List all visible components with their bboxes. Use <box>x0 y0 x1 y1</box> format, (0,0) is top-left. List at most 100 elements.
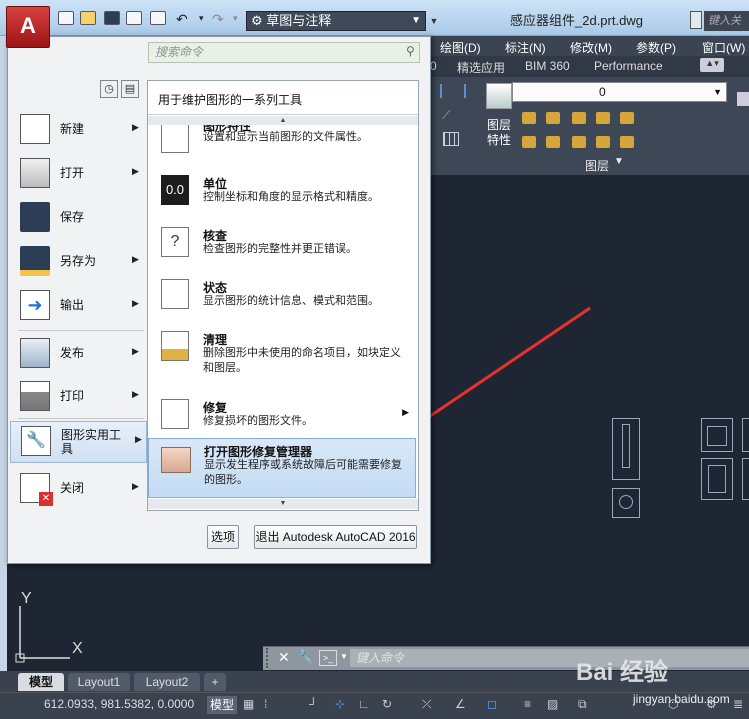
tab-performance[interactable]: Performance <box>594 59 663 73</box>
menu-item-save[interactable]: 保存 <box>14 198 144 238</box>
scroll-down-icon[interactable]: ▼ <box>148 499 418 509</box>
menu-dimension[interactable]: 标注(N) <box>505 39 546 56</box>
add-layout-button[interactable]: + <box>204 673 226 691</box>
tab-layout1[interactable]: Layout1 <box>68 673 130 691</box>
menu-item-print[interactable]: 打印 ▶ <box>14 377 144 417</box>
grid-icon[interactable]: ▦ <box>243 697 257 712</box>
recent-documents-icon[interactable]: ◷ <box>100 80 118 98</box>
dimension-icon[interactable] <box>440 84 466 98</box>
menu-item-export[interactable]: ➜ 输出 ▶ <box>14 286 144 326</box>
menu-parametric[interactable]: 参数(P) <box>636 39 676 56</box>
save-icon[interactable] <box>104 11 120 25</box>
menu-draw[interactable]: 绘图(D) <box>440 39 481 56</box>
save-disk-icon <box>20 202 50 232</box>
menu-item-publish[interactable]: 发布 ▶ <box>14 334 144 374</box>
selection-cycling-icon[interactable]: ⧉ <box>578 697 592 712</box>
menu-item-label: 图形实用工具 <box>61 428 122 456</box>
layer-properties-button[interactable]: 图层 特性 <box>487 118 517 148</box>
scroll-up-icon[interactable]: ▲ <box>148 116 418 125</box>
dynamic-input-icon[interactable]: ⊹ <box>335 697 349 712</box>
keyword-search-input[interactable]: 键入关键字 <box>704 11 749 47</box>
transparency-icon[interactable]: ▨ <box>547 697 561 712</box>
polar-tracking-icon[interactable]: ↻ <box>382 697 396 712</box>
grip-handle[interactable] <box>266 648 272 668</box>
undo-icon[interactable]: ↶ <box>176 11 188 28</box>
workspace-dropdown[interactable]: ⚙ 草图与注释 ▼ <box>246 11 426 31</box>
tab-layout2[interactable]: Layout2 <box>134 673 200 691</box>
submenu-item-units[interactable]: 0.0 单位 控制坐标和角度的显示格式和精度。 <box>152 169 417 215</box>
layer-tool-icon-2[interactable] <box>546 112 560 124</box>
redo-icon[interactable]: ↷ <box>212 11 224 28</box>
tab-featured-apps[interactable]: 精选应用 <box>457 59 505 76</box>
chevron-right-icon: ▶ <box>135 434 142 444</box>
publish-icon <box>20 338 50 368</box>
layer-tool-icon-6[interactable] <box>522 136 536 148</box>
submenu-item-recover[interactable]: 修复 修复损坏的图形文件。 ▶ <box>152 393 417 437</box>
search-commands-input[interactable]: 搜索命令 <box>148 42 420 63</box>
insert-icon[interactable] <box>737 92 749 106</box>
save-as-icon[interactable] <box>126 11 142 25</box>
coordinate-readout[interactable]: 612.0933, 981.5382, 0.0000 <box>44 697 194 711</box>
menu-item-save-as[interactable]: 另存为 ▶ <box>14 242 144 282</box>
tab-model[interactable]: 模型 <box>18 673 64 691</box>
layer-tool-icon-4[interactable] <box>596 112 610 124</box>
baidu-watermark: Bai 经验 <box>576 659 669 686</box>
new-icon[interactable] <box>58 11 74 25</box>
snap-icon[interactable]: ⁞ <box>264 697 278 712</box>
close-icon[interactable]: ✕ <box>278 649 290 666</box>
table-icon[interactable] <box>443 132 459 146</box>
lineweight-icon[interactable]: ≡ <box>524 697 538 712</box>
options-button[interactable]: 选项 <box>207 525 239 549</box>
menu-item-new[interactable]: 新建 ▶ <box>14 110 144 150</box>
submenu-item-drawing-recovery-manager[interactable]: 打开图形修复管理器 显示发生程序或系统故障后可能需要修复的图形。 <box>148 438 416 498</box>
layer-tool-icon-9[interactable] <box>596 136 610 148</box>
model-space-button[interactable]: 模型 <box>207 696 237 714</box>
menu-modify[interactable]: 修改(M) <box>570 39 612 56</box>
open-icon[interactable] <box>80 11 96 25</box>
menu-item-label: 打印 <box>60 389 85 403</box>
ortho-icon[interactable]: ∟ <box>358 697 372 712</box>
object-snap-tracking-icon[interactable]: ∠ <box>455 697 469 712</box>
menu-item-drawing-utilities[interactable]: 🔧 图形实用工具 ▶ <box>10 421 147 463</box>
object-snap-icon[interactable]: ◻ <box>487 697 501 712</box>
command-input[interactable]: 键入命令 <box>350 649 749 667</box>
open-documents-icon[interactable]: ▤ <box>121 80 139 98</box>
panel-title-layers[interactable]: 图层 <box>585 157 609 174</box>
customization-icon[interactable]: ≣ <box>733 697 747 712</box>
submenu-item-desc: 显示图形的统计信息、模式和范围。 <box>203 295 379 307</box>
quick-access-customize-icon[interactable]: ▼ <box>428 11 440 31</box>
tab-partial[interactable]: 0 <box>430 59 437 73</box>
layer-properties-icon[interactable] <box>486 83 512 109</box>
menu-item-open[interactable]: 打开 ▶ <box>14 154 144 194</box>
submenu-item-audit[interactable]: ? 核查 检查图形的完整性并更正错误。 <box>152 221 417 267</box>
layer-tool-icon-7[interactable] <box>546 136 560 148</box>
isodraft-icon[interactable]: ⤫ <box>422 697 436 712</box>
layer-tool-icon-10[interactable] <box>620 136 634 148</box>
submenu-item-desc: 控制坐标和角度的显示格式和精度。 <box>203 191 379 203</box>
drawing-entity <box>742 418 749 452</box>
exit-autocad-button[interactable]: 退出 Autodesk AutoCAD 2016 <box>254 525 417 549</box>
submenu-item-drawing-properties[interactable]: 图形特性 设置和显示当前图形的文件属性。 <box>152 125 417 157</box>
command-prompt-icon[interactable]: >_ <box>319 650 337 666</box>
leader-icon[interactable]: ⟋ <box>442 108 460 122</box>
layer-dropdown[interactable]: 0 ▼ <box>512 82 727 102</box>
wrench-icon[interactable]: 🔧 <box>297 649 313 665</box>
chevron-down-icon[interactable]: ▼ <box>340 652 348 661</box>
menu-item-close[interactable]: ✕ 关闭 ▶ <box>14 469 144 509</box>
tab-bim360[interactable]: BIM 360 <box>525 59 570 73</box>
redo-dropdown-icon[interactable]: ▾ <box>233 13 238 24</box>
infer-constraints-icon[interactable]: ┘ <box>309 697 323 712</box>
layer-tool-icon-5[interactable] <box>620 112 634 124</box>
submenu-item-status[interactable]: 状态 显示图形的统计信息、模式和范围。 <box>152 273 417 319</box>
application-menu-button[interactable]: A <box>6 6 50 48</box>
ribbon-minimize-icon[interactable]: ▲▾ <box>700 58 724 72</box>
submenu-item-purge[interactable]: 清理 删除图形中未使用的命名项目，如块定义和图层。 <box>152 325 417 385</box>
menu-window[interactable]: 窗口(W) <box>702 39 745 56</box>
search-box-toggle-icon[interactable] <box>690 11 702 29</box>
undo-dropdown-icon[interactable]: ▾ <box>199 13 204 24</box>
layer-tool-icon-8[interactable] <box>572 136 586 148</box>
plot-icon[interactable] <box>150 11 166 25</box>
chevron-down-icon[interactable]: ▼ <box>614 156 624 167</box>
layer-tool-icon-1[interactable] <box>522 112 536 124</box>
layer-tool-icon-3[interactable] <box>572 112 586 124</box>
